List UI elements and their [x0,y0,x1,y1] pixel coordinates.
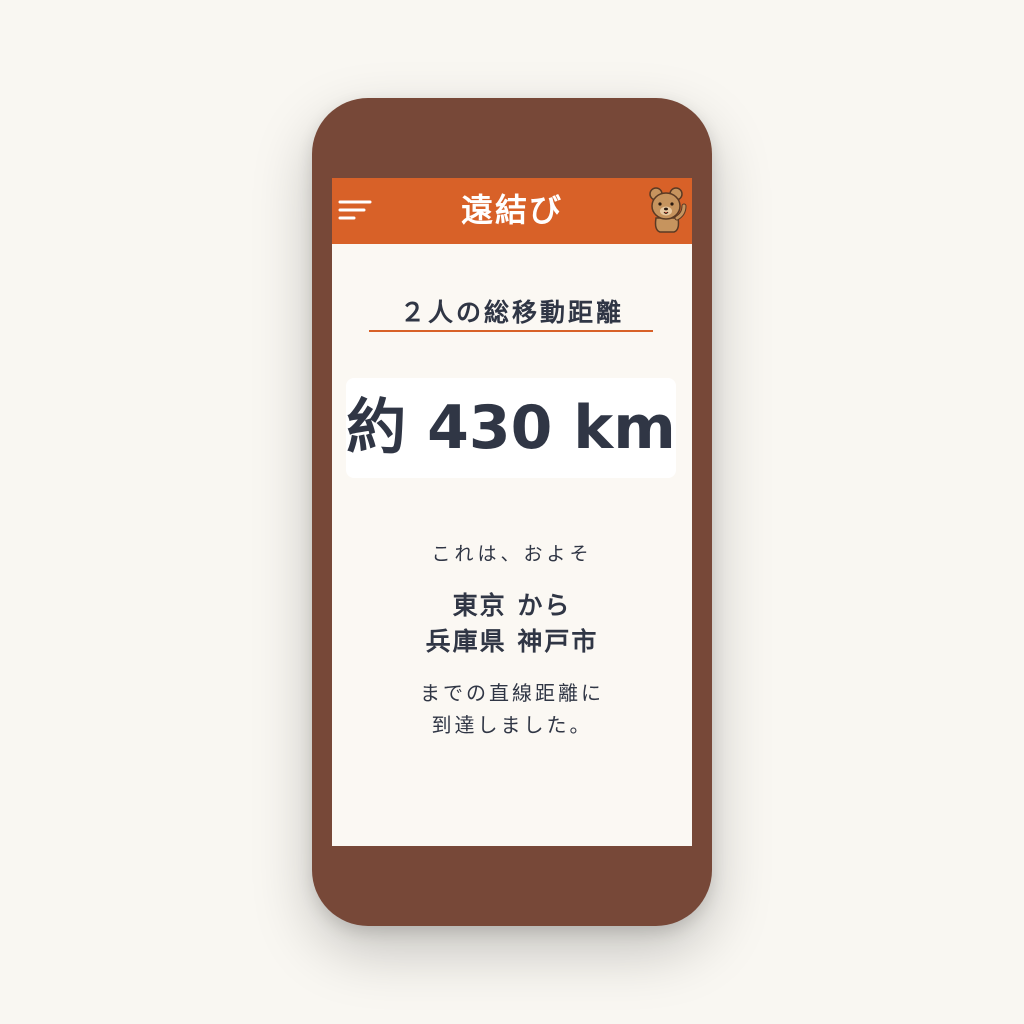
comparison-outro-line-1: までの直線距離に [420,681,604,705]
app-header: 遠結び [332,178,692,244]
section-title: ２人の総移動距離 [399,298,624,327]
distance-card: 約 430 km [346,378,676,478]
comparison-outro-line-2: 到達しました。 [431,713,593,737]
from-place-label: 東京 から [452,591,572,620]
title-underline [369,330,653,332]
mascot-button[interactable] [646,184,690,234]
phone-frame: 遠結び ２人の総移動距離 約 430 km これは、およそ 東京 から 兵庫県 … [312,98,712,926]
bear-mascot-icon [649,187,687,233]
to-place-label: 兵庫県 神戸市 [425,627,599,656]
comparison-intro-text: これは、およそ [431,543,593,565]
app-title: 遠結び [460,191,563,229]
total-distance-value: 約 430 km [346,393,676,463]
app-screen: 遠結び ２人の総移動距離 約 430 km これは、およそ 東京 から 兵庫県 … [332,178,692,846]
